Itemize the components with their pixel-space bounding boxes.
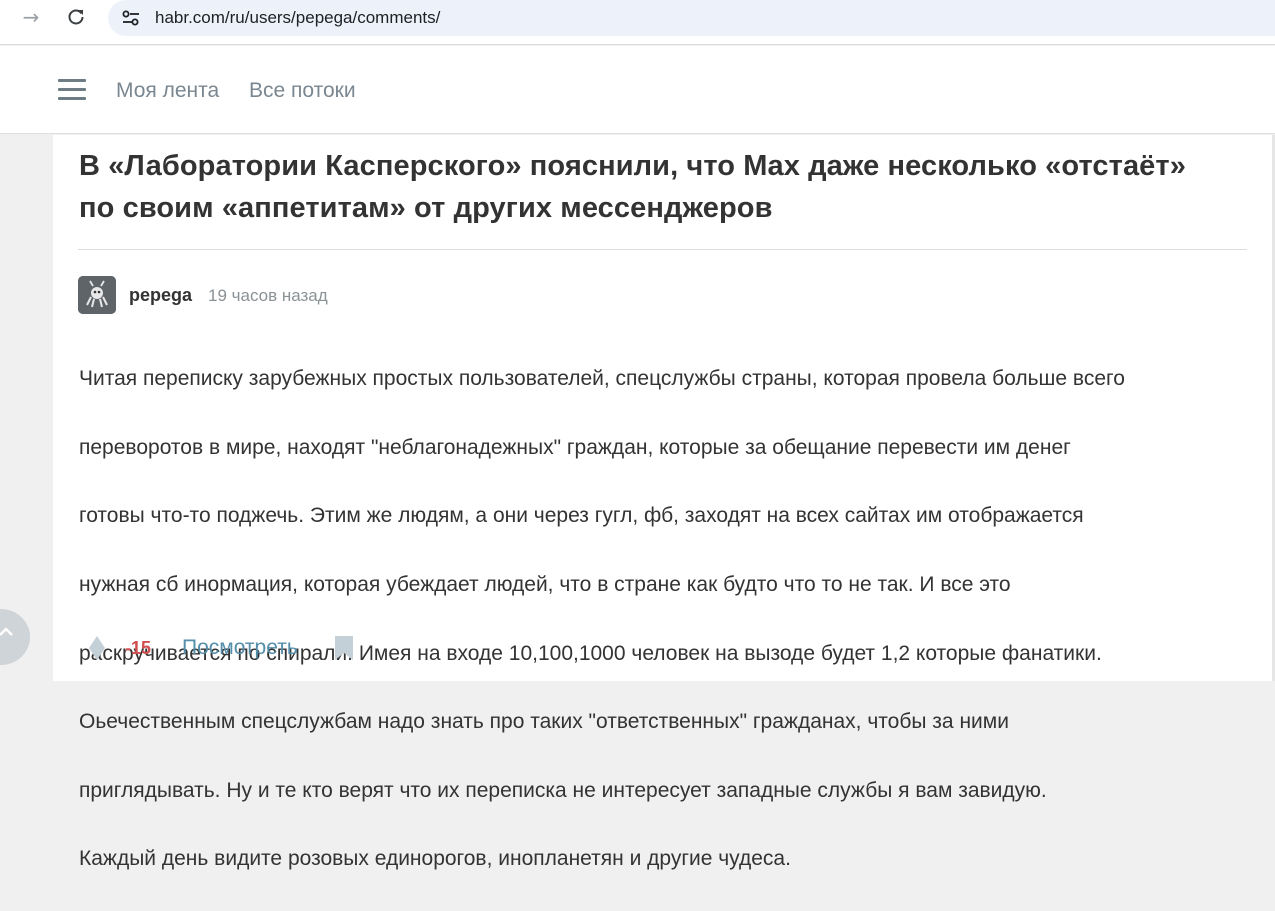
- browser-toolbar: → habr.com/ru/users/pepega/comments/: [0, 0, 1275, 45]
- url-text[interactable]: habr.com/ru/users/pepega/comments/: [155, 8, 440, 28]
- site-header: Моя лента Все потоки: [0, 46, 1275, 134]
- nav-all-flows[interactable]: Все потоки: [249, 79, 356, 103]
- vote-icon[interactable]: [87, 634, 107, 662]
- comment-score: -15: [125, 638, 152, 658]
- divider: [78, 249, 1247, 250]
- bookmark-icon[interactable]: [333, 635, 355, 661]
- comment-time[interactable]: 19 часов назад: [208, 286, 328, 306]
- nav-my-feed[interactable]: Моя лента: [116, 79, 219, 103]
- site-info-icon[interactable]: [120, 7, 142, 29]
- comment-line: готовы что-то поджечь. Этим же людям, а …: [79, 504, 1084, 528]
- hamburger-icon[interactable]: [58, 79, 86, 101]
- forward-arrow-icon[interactable]: →: [16, 4, 46, 30]
- left-gutter: [0, 135, 53, 681]
- comment-line: Оьечественным спецслужбам надо знать про…: [79, 710, 1009, 734]
- post-title[interactable]: В «Лаборатории Касперского» пояснили, чт…: [79, 145, 1229, 229]
- comment-line: приглядывать. Ну и те кто верят что их п…: [79, 778, 1047, 802]
- comment-line: Читая переписку зарубежных простых польз…: [79, 367, 1125, 391]
- comment-card: В «Лаборатории Касперского» пояснили, чт…: [53, 135, 1275, 870]
- comment-line: нужная сб инормация, которая убеждает лю…: [79, 573, 1011, 597]
- view-link[interactable]: Посмотреть: [182, 636, 298, 660]
- chevron-up-icon: [0, 627, 13, 636]
- reload-icon[interactable]: [61, 4, 91, 30]
- address-bar[interactable]: habr.com/ru/users/pepega/comments/: [108, 0, 1275, 36]
- scroll-up-button[interactable]: [0, 609, 30, 665]
- avatar[interactable]: [78, 276, 116, 314]
- comment-body: Читая переписку зарубежных простых польз…: [79, 328, 1259, 911]
- comment-line: переворотов в мире, находят "неблагонаде…: [79, 435, 1071, 459]
- comment-author[interactable]: pepega: [129, 285, 192, 306]
- comment-line: Каждый день видите розовых единорогов, и…: [79, 847, 791, 871]
